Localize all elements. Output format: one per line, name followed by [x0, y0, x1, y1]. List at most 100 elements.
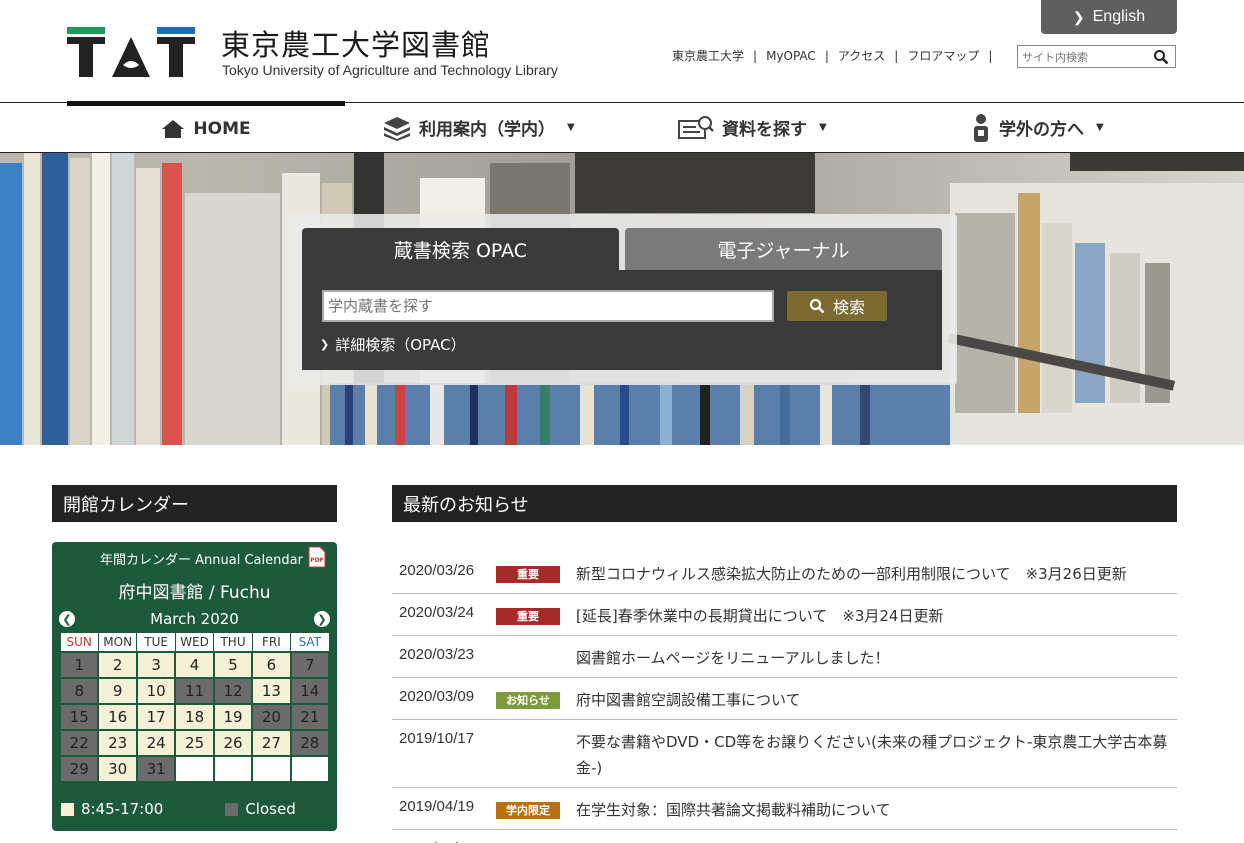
news-date: 2020/03/12: [399, 830, 496, 843]
english-button[interactable]: ❯ English: [1041, 0, 1177, 34]
calendar-week: 8 9 10 11 12 13 14: [58, 676, 331, 705]
nav-home[interactable]: HOME: [67, 101, 345, 152]
news-badge-slot: [496, 636, 576, 647]
nav-usage[interactable]: 利用案内（学内） ▼: [383, 103, 575, 152]
site-title[interactable]: 東京農工大学図書館: [221, 22, 491, 64]
site-subtitle: Tokyo University of Agriculture and Tech…: [222, 62, 558, 78]
calendar-day[interactable]: 14: [289, 676, 331, 705]
calendar-day[interactable]: 7: [289, 650, 331, 679]
calendar-week: 29 30 31: [58, 754, 331, 783]
calendar-day[interactable]: 1: [58, 650, 100, 679]
calendar-week: 15 16 17 18 19 20 21: [58, 702, 331, 731]
news-link[interactable]: [延長]春季休業中の長期貸出について ※3月24日更新: [576, 594, 1177, 635]
news-link[interactable]: 新型コロナウィルス感染拡大防止に伴う対応について: [576, 830, 1177, 843]
weekday-header: SAT: [290, 632, 330, 652]
divider: |: [894, 48, 899, 63]
calendar-day[interactable]: 24: [135, 728, 177, 757]
advanced-search-link[interactable]: ❯ 詳細検索（OPAC）: [320, 334, 466, 355]
calendar-day[interactable]: 17: [135, 702, 177, 731]
site-search-box: [1017, 45, 1176, 68]
calendar-library-name: 府中図書館 / Fuchu: [118, 583, 271, 603]
news-badge: 学内限定: [496, 802, 560, 819]
calendar-day[interactable]: 18: [174, 702, 215, 731]
legend-open-swatch: [61, 802, 74, 816]
nav-find-label: 資料を探す: [722, 120, 807, 140]
calendar-day: [174, 754, 215, 783]
calendar-day[interactable]: 22: [58, 728, 100, 757]
calendar-day[interactable]: 31: [135, 754, 177, 783]
news-link[interactable]: 在学生対象：国際共著論文掲載料補助について: [576, 788, 1177, 829]
news-item: 2020/03/09 お知らせ 府中図書館空調設備工事について: [392, 678, 1177, 720]
calendar-day[interactable]: 27: [251, 728, 292, 757]
opac-search-input[interactable]: [322, 290, 774, 322]
calendar-week: 22 23 24 25 26 27 28: [58, 728, 331, 757]
calendar-grid: SUN MON TUE WED THU FRI SAT 1 2 3 4 5 6 7 8 9 10 1…: [58, 632, 331, 783]
advanced-search-label: 詳細検索（OPAC）: [335, 336, 466, 354]
calendar-day[interactable]: 10: [135, 676, 177, 705]
calendar-day[interactable]: 11: [174, 676, 215, 705]
calendar-day[interactable]: 13: [251, 676, 292, 705]
divider: |: [988, 48, 993, 63]
util-link-floormap[interactable]: フロアマップ: [907, 47, 979, 64]
calendar-day: [212, 754, 254, 783]
calendar-day[interactable]: 2: [97, 650, 138, 679]
calendar-day[interactable]: 28: [289, 728, 331, 757]
legend-closed-swatch: [225, 802, 239, 816]
util-link-access[interactable]: アクセス: [838, 47, 885, 64]
nav-external-label: 学外の方へ: [999, 120, 1084, 140]
opac-search-label: 検索: [832, 298, 865, 317]
nav-find[interactable]: 資料を探す ▼: [678, 103, 827, 152]
pdf-icon[interactable]: PDF: [308, 546, 326, 568]
calendar-day[interactable]: 4: [174, 650, 215, 679]
calendar-day[interactable]: 6: [251, 650, 292, 679]
calendar-day[interactable]: 16: [97, 702, 138, 731]
news-badge: 重要: [496, 608, 560, 625]
calendar-day[interactable]: 15: [58, 702, 100, 731]
calendar-day[interactable]: 21: [289, 702, 331, 731]
news-badge: お知らせ: [496, 692, 560, 709]
weekday-header: WED: [174, 632, 215, 652]
nav-usage-label: 利用案内（学内）: [419, 120, 555, 140]
weekday-header: THU: [213, 632, 253, 652]
news-item: 2019/10/17 不要な書籍やDVD・CD等をお譲りください(未来の種プロジェ…: [392, 720, 1177, 788]
calendar-day[interactable]: 19: [212, 702, 254, 731]
caret-down-icon: ▼: [1096, 122, 1104, 133]
news-link[interactable]: 図書館ホームページをリニューアルしました！: [576, 636, 1177, 677]
search-icon: [809, 298, 825, 314]
opac-search-button[interactable]: 検索: [787, 291, 887, 321]
calendar-day[interactable]: 8: [58, 676, 100, 705]
news-link[interactable]: 府中図書館空調設備工事について: [576, 678, 1177, 719]
calendar-day[interactable]: 9: [97, 676, 138, 705]
news-item: 2020/03/23 図書館ホームページをリニューアルしました！: [392, 636, 1177, 678]
calendar-week: 1234567: [58, 650, 331, 679]
calendar-legend: 8:45-17:00 Closed: [61, 800, 296, 818]
calendar-next-button[interactable]: ❯: [314, 611, 330, 627]
university-logo[interactable]: [67, 27, 195, 77]
news-badge-slot: 学内限定: [496, 788, 576, 819]
nav-external[interactable]: 学外の方へ ▼: [971, 103, 1104, 152]
annual-calendar-link[interactable]: 年間カレンダー Annual Calendar: [100, 549, 303, 568]
calendar-day[interactable]: 20: [251, 702, 292, 731]
util-link-university[interactable]: 東京農工大学: [672, 47, 744, 64]
utility-links: 東京農工大学 | MyOPAC | アクセス | フロアマップ |: [672, 47, 1001, 64]
tab-opac[interactable]: 蔵書検索 OPAC: [302, 228, 619, 270]
calendar-day[interactable]: 26: [212, 728, 254, 757]
news-link[interactable]: 不要な書籍やDVD・CD等をお譲りください(未来の種プロジェクト-東京農工大学古…: [576, 720, 1177, 787]
news-date: 2020/03/26: [399, 562, 475, 579]
calendar-day[interactable]: 5: [212, 650, 254, 679]
pdf-label: PDF: [310, 557, 323, 564]
calendar-day[interactable]: 12: [212, 676, 254, 705]
news-badge-slot: [496, 830, 576, 841]
site-search-input[interactable]: [1018, 47, 1148, 68]
calendar-day[interactable]: 3: [135, 650, 177, 679]
util-link-myopac[interactable]: MyOPAC: [766, 49, 816, 63]
news-link[interactable]: 新型コロナウィルス感染拡大防止のための一部利用制限について ※3月26日更新: [576, 552, 1177, 593]
tab-ejournal[interactable]: 電子ジャーナル: [625, 228, 942, 270]
search-icon[interactable]: [1153, 49, 1169, 65]
calendar-day[interactable]: 25: [174, 728, 215, 757]
calendar-day[interactable]: 30: [97, 754, 138, 783]
calendar-day[interactable]: 23: [97, 728, 138, 757]
news-badge-slot: 重要: [496, 594, 576, 625]
calendar-day[interactable]: 29: [58, 754, 100, 783]
news-list: 2020/03/26 重要 新型コロナウィルス感染拡大防止のための一部利用制限につい…: [392, 552, 1177, 843]
